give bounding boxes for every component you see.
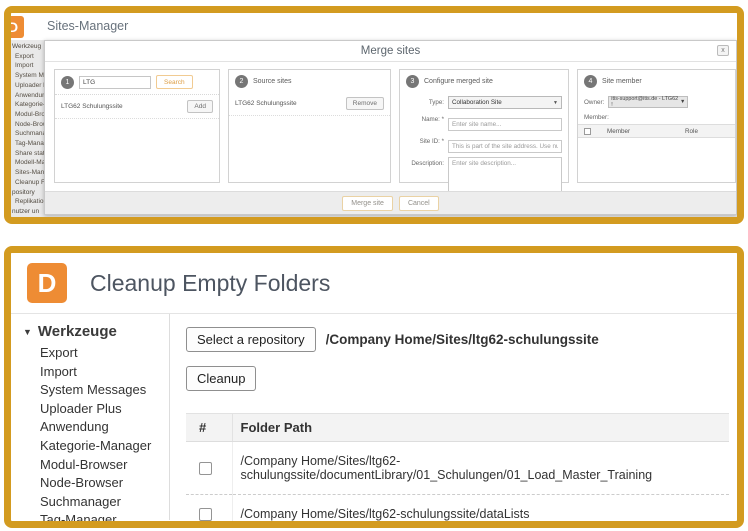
step-4-badge: 4 [584,75,597,88]
cleanup-button[interactable]: Cleanup [186,366,256,391]
select-all-checkbox[interactable] [584,128,591,135]
step-2-badge: 2 [235,75,248,88]
type-label: Type: [406,96,448,106]
folder-table-body: /Company Home/Sites/ltg62-schulungssite/… [186,442,729,529]
sidebar-item-uploader-plus[interactable]: Uploader Plus [23,400,169,419]
repository-row: Select a repository /Company Home/Sites/… [186,327,729,352]
name-field[interactable] [448,118,562,131]
close-icon[interactable]: x [717,45,729,56]
search-button[interactable]: Search [156,75,193,89]
owner-label: Owner: [584,99,608,106]
dialog-footer: Merge site Cancel [45,191,736,214]
site-member-head: 4 Site member [578,70,735,92]
sites-manager-window: D Sites-Manager WerkzeugExportImportSyst… [4,6,744,224]
sites-manager-body: WerkzeugExportImportSystem MeUploader PA… [11,40,737,217]
source-sites-title: Source sites [253,78,292,85]
description-label: Description: [406,157,448,167]
owner-select-value: itis-support@itis.de - LTG62 ! [611,96,680,108]
dialog-header: Merge sites x [45,41,736,62]
cleanup-body: ▼ Werkzeuge ExportImportSystem MessagesU… [11,314,737,520]
werkzeuge-sidebar: ▼ Werkzeuge ExportImportSystem MessagesU… [11,314,169,520]
sidebar-item-export[interactable]: Export [23,344,169,363]
page-title: Cleanup Empty Folders [90,270,330,297]
dialog-title: Merge sites [45,41,736,62]
member-column-header: Member [607,128,685,135]
source-site-row: LTG62 Schulungssite Remove [229,92,390,116]
dialog-body: 1 Search LTG62 Schulungssite Add 2 [45,63,736,191]
row-checkbox-cell [186,442,232,495]
werkzeuge-menu-items: ExportImportSystem MessagesUploader Plus… [23,344,169,528]
search-result-site: LTG62 Schulungssite [61,103,123,110]
cleanup-main: Select a repository /Company Home/Sites/… [169,314,737,520]
configure-site-panel: 3 Configure merged site Type: Collaborat… [399,69,569,183]
member-table-header: Member Role [578,124,735,138]
sidebar-group-label: Werkzeuge [38,323,117,340]
merge-site-button[interactable]: Merge site [342,196,393,211]
step-1-badge: 1 [61,76,74,89]
configure-site-title: Configure merged site [424,78,493,85]
sidebar-item-modul-browser[interactable]: Modul-Browser [23,456,169,475]
page-title: Sites-Manager [47,19,128,33]
folder-path-cell: /Company Home/Sites/ltg62-schulungssite/… [232,495,729,529]
configure-site-form: Type: Collaboration Site ▼ Name: * [400,92,568,191]
name-label: Name: * [406,113,448,123]
triangle-down-icon: ▼ [23,327,32,337]
app-logo-icon: D [4,16,24,38]
search-sites-panel: 1 Search LTG62 Schulungssite Add [54,69,220,183]
search-result-row: LTG62 Schulungssite Add [55,95,219,119]
cancel-button[interactable]: Cancel [399,196,439,211]
cleanup-row: Cleanup [186,366,729,391]
app-logo-icon: D [27,263,67,303]
merge-sites-dialog: Merge sites x 1 Search LTG62 Schulungssi… [44,40,737,215]
sidebar-item-suchmanager[interactable]: Suchmanager [23,493,169,512]
remove-button[interactable]: Remove [346,97,384,110]
site-member-panel: 4 Site member Owner: itis-support@itis.d… [577,69,736,183]
folder-checkbox[interactable] [199,462,212,475]
cleanup-empty-folders-window: D Cleanup Empty Folders ▼ Werkzeuge Expo… [4,246,744,528]
site-member-title: Site member [602,78,642,85]
add-button[interactable]: Add [187,100,213,113]
sidebar-item-import[interactable]: Import [23,363,169,382]
sidebar-item-tag-manager[interactable]: Tag-Manager [23,511,169,528]
sidebar-group-werkzeuge[interactable]: ▼ Werkzeuge [23,323,169,340]
search-sites-head: 1 Search [55,70,219,95]
cleanup-header: D Cleanup Empty Folders [11,253,737,314]
type-select-value: Collaboration Site [452,99,502,106]
sidebar-item-system-messages[interactable]: System Messages [23,381,169,400]
source-site-name: LTG62 Schulungssite [235,100,297,107]
sidebar-item-anwendung[interactable]: Anwendung [23,418,169,437]
num-column-header: # [186,414,232,442]
description-field[interactable] [448,157,562,191]
select-repository-button[interactable]: Select a repository [186,327,316,352]
folder-path-cell: /Company Home/Sites/ltg62-schulungssite/… [232,442,729,495]
step-3-badge: 3 [406,75,419,88]
sites-manager-header: D Sites-Manager [11,13,737,40]
type-select[interactable]: Collaboration Site ▼ [448,96,562,109]
owner-row: Owner: itis-support@itis.de - LTG62 ! ▼ [578,92,735,110]
sidebar-item-node-browser[interactable]: Node-Browser [23,474,169,493]
site-search-input[interactable] [79,76,151,89]
owner-select[interactable]: itis-support@itis.de - LTG62 ! ▼ [608,96,688,108]
folder-path-column-header: Folder Path [232,414,729,442]
site-id-field[interactable] [448,140,562,153]
repository-path: /Company Home/Sites/ltg62-schulungssite [326,332,599,347]
site-id-label: Site ID: * [406,135,448,145]
table-row: /Company Home/Sites/ltg62-schulungssite/… [186,442,729,495]
table-row: /Company Home/Sites/ltg62-schulungssite/… [186,495,729,529]
chevron-down-icon: ▼ [553,100,558,106]
sidebar-item-kategorie-manager[interactable]: Kategorie-Manager [23,437,169,456]
chevron-down-icon: ▼ [680,99,685,105]
member-label: Member: [578,110,735,124]
configure-site-head: 3 Configure merged site [400,70,568,92]
folder-checkbox[interactable] [199,508,212,521]
source-sites-panel: 2 Source sites LTG62 Schulungssite Remov… [228,69,391,183]
role-column-header: Role [685,128,729,135]
folder-table: # Folder Path /Company Home/Sites/ltg62-… [186,413,729,528]
page: D Sites-Manager WerkzeugExportImportSyst… [0,0,748,531]
source-sites-head: 2 Source sites [229,70,390,92]
row-checkbox-cell [186,495,232,529]
